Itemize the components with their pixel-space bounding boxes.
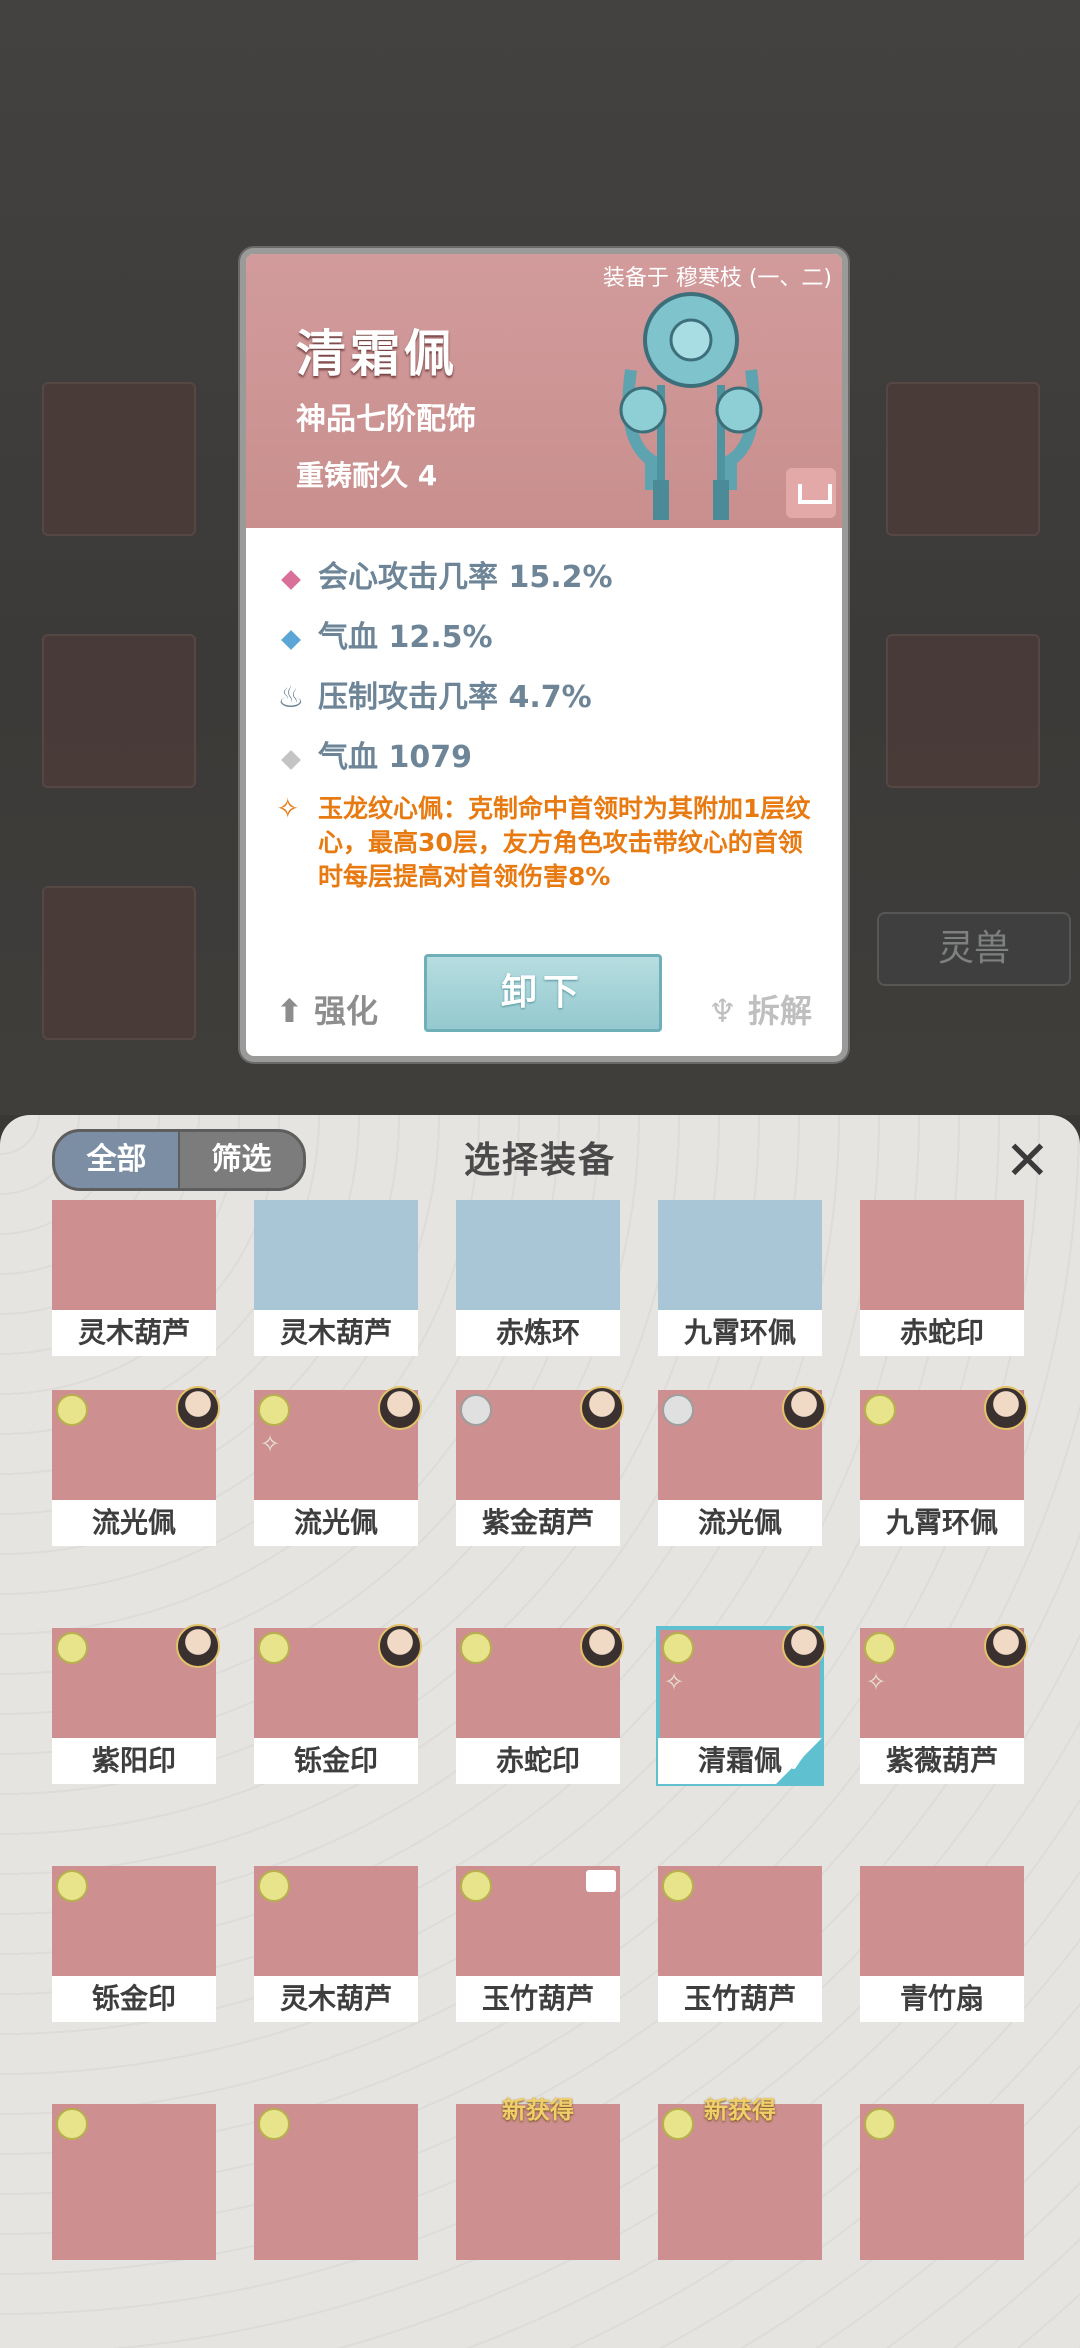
hero-portrait-icon: [378, 1386, 422, 1430]
hero-portrait-icon: [984, 1624, 1028, 1668]
equipment-slot[interactable]: 玉竹葫芦: [658, 1866, 822, 2022]
equipment-slot[interactable]: 铄金印: [254, 1624, 422, 1784]
set-badge-icon: [258, 2108, 290, 2140]
equipment-slot[interactable]: 紫金葫芦: [456, 1386, 624, 1546]
dismantle-button[interactable]: ♆ 拆解: [708, 986, 812, 1032]
equipment-slot[interactable]: 流光佩: [658, 1386, 826, 1546]
set-skill-description: ✧ 玉龙纹心佩：克制命中首领时为其附加1层纹心，最高30层，友方角色攻击带纹心的…: [276, 792, 811, 891]
equipment-slot[interactable]: 赤蛇印: [860, 1200, 1024, 1356]
stat-suppress-rate: ♨ 压制攻击几率 4.7%: [277, 680, 592, 715]
set-mark-icon: ✧: [260, 1430, 281, 1458]
background-slot: [42, 382, 196, 536]
equipment-slot[interactable]: [254, 2104, 418, 2260]
stat-hp-percent: 气血 12.5%: [276, 612, 493, 656]
equipment-slot[interactable]: 新获得: [456, 2096, 620, 2260]
set-badge-icon: [662, 1870, 694, 1902]
item-name: 清霜佩: [296, 325, 458, 383]
set-badge-icon: [258, 1632, 290, 1664]
arrow-up-icon: ⬆: [276, 992, 303, 1030]
skill-icon: ✧: [276, 792, 300, 825]
background-slot: [886, 382, 1040, 536]
set-badge-icon: [258, 1394, 290, 1426]
jade-pendant-icon: [619, 292, 763, 520]
unequip-button[interactable]: 卸下: [424, 954, 662, 1032]
equipment-slot[interactable]: 紫阳印: [52, 1624, 220, 1784]
enhance-button[interactable]: ⬆ 强化: [276, 986, 378, 1032]
set-badge-icon: [864, 1394, 896, 1426]
set-badge-icon: [864, 2108, 896, 2140]
set-badge-icon: [662, 1394, 694, 1426]
background-slot: [42, 886, 196, 1040]
set-badge-icon: [56, 1870, 88, 1902]
equipment-slot[interactable]: [860, 2104, 1024, 2260]
grey-diamond-icon: [276, 740, 306, 775]
set-badge-icon: [56, 1394, 88, 1426]
hero-portrait-icon: [176, 1624, 220, 1668]
item-grade: 神品七阶配饰: [296, 402, 476, 437]
set-mark-icon: ✧: [866, 1668, 887, 1696]
hero-portrait-icon: [580, 1386, 624, 1430]
hero-portrait-icon: [782, 1624, 826, 1668]
item-durability: 重铸耐久 4: [296, 459, 438, 492]
equipment-grid: 灵木葫芦 灵木葫芦 赤炼环 九霄环佩 赤蛇印 流光佩 ✧ 流光佩 紫金葫芦 流光…: [0, 1200, 1080, 2348]
equipment-slot[interactable]: 九霄环佩: [658, 1200, 822, 1356]
suppress-flame-icon: ♨: [277, 680, 305, 715]
close-icon[interactable]: ✕: [1005, 1129, 1050, 1192]
equipment-slot[interactable]: 流光佩: [52, 1386, 220, 1546]
equipment-slot[interactable]: 灵木葫芦: [52, 1200, 216, 1356]
equipment-slot[interactable]: 灵木葫芦: [254, 1200, 418, 1356]
pink-diamond-icon: [276, 560, 306, 595]
equipment-slot[interactable]: 九霄环佩: [860, 1386, 1028, 1546]
equipment-slot[interactable]: 赤炼环: [456, 1200, 620, 1356]
equipment-slot[interactable]: 灵木葫芦: [254, 1866, 418, 2022]
background-slot: [42, 634, 196, 788]
set-badge-icon: [460, 1870, 492, 1902]
equipment-slot[interactable]: 青竹扇: [860, 1866, 1024, 2022]
lock-button[interactable]: [786, 468, 836, 518]
equipment-slot[interactable]: 玉竹葫芦: [456, 1866, 620, 2022]
set-badge-icon: [460, 1394, 492, 1426]
background-tab-spirit-beast: 灵兽: [877, 912, 1071, 986]
set-badge-icon: [662, 1632, 694, 1664]
set-badge-icon: [864, 1632, 896, 1664]
set-badge-icon: [460, 1632, 492, 1664]
dismantle-icon: ♆: [708, 992, 737, 1030]
item-detail-header: 装备于 穆寒枝 (一、二) 清霜佩 神品七阶配饰 重铸耐久 4: [246, 254, 842, 528]
background-slot: [886, 634, 1040, 788]
set-badge-icon: [258, 1870, 290, 1902]
blue-diamond-icon: [276, 620, 306, 655]
set-badge-icon: [56, 2108, 88, 2140]
equipment-slot[interactable]: [52, 2104, 216, 2260]
new-tag: 新获得: [502, 2096, 574, 2124]
hero-portrait-icon: [782, 1386, 826, 1430]
equipped-by-label: 装备于 穆寒枝 (一、二): [602, 266, 832, 291]
stat-hp-flat: 气血 1079: [276, 732, 472, 776]
set-mark-icon: ✧: [664, 1668, 685, 1696]
hero-portrait-icon: [176, 1386, 220, 1430]
equipment-slot-selected[interactable]: ✧ 清霜佩 ✓: [656, 1624, 826, 1786]
set-badge-icon: [56, 1632, 88, 1664]
mirror-icon: [456, 2104, 620, 2260]
hero-portrait-icon: [984, 1386, 1028, 1430]
equipment-slot[interactable]: 铄金印: [52, 1866, 216, 2022]
equipment-select-panel: 全部 筛选 选择装备 ✕ 灵木葫芦 灵木葫芦 赤炼环 九霄环佩 赤蛇印 流光佩 …: [0, 1115, 1080, 2348]
equipment-slot[interactable]: ✧ 流光佩: [254, 1386, 422, 1546]
equipment-slot[interactable]: ✧ 紫薇葫芦: [860, 1624, 1028, 1784]
equipment-slot[interactable]: 新获得: [658, 2096, 822, 2260]
equipment-slot[interactable]: 赤蛇印: [456, 1624, 624, 1784]
hero-portrait-icon: [580, 1624, 624, 1668]
new-tag: 新获得: [704, 2096, 776, 2124]
hero-portrait-icon: [378, 1624, 422, 1668]
stat-crit-rate: 会心攻击几率 15.2%: [276, 552, 613, 596]
panel-title: 选择装备: [463, 1140, 616, 1181]
lock-icon: [586, 1870, 616, 1892]
item-detail-card: 装备于 穆寒枝 (一、二) 清霜佩 神品七阶配饰 重铸耐久 4 会心攻击几率 1…: [240, 248, 848, 1062]
